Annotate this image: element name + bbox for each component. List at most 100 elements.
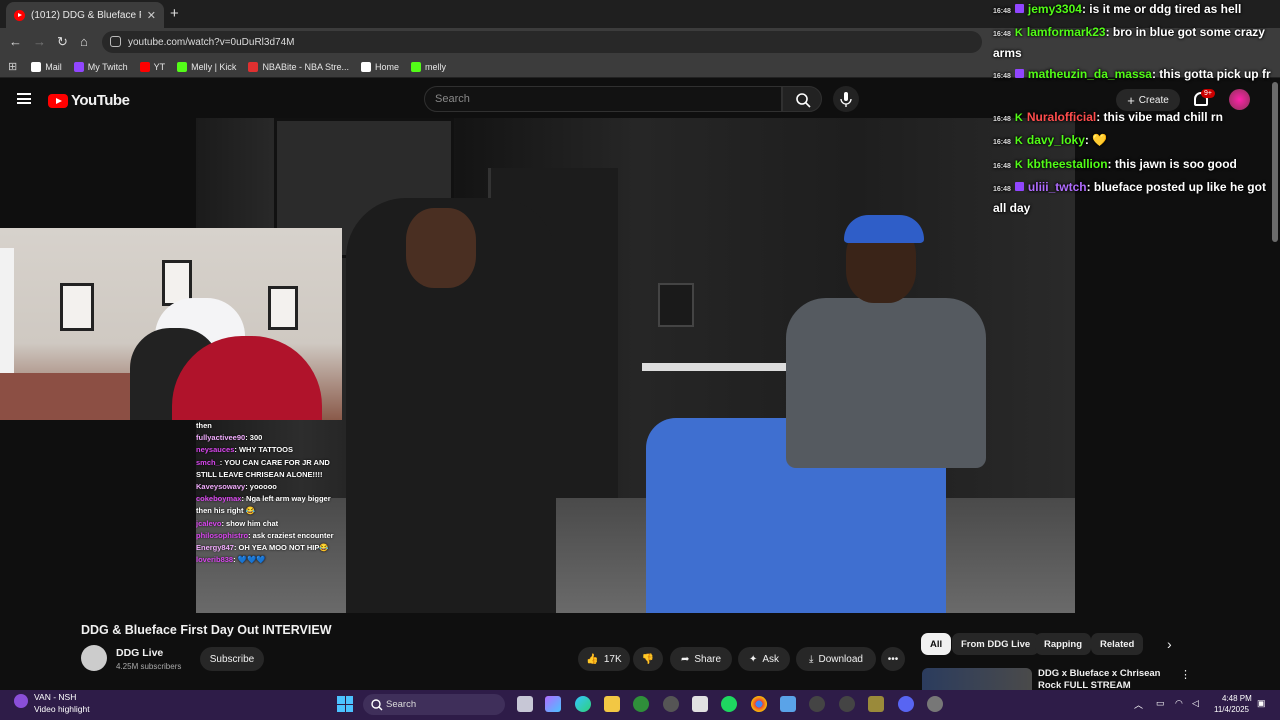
xbox-icon[interactable] <box>633 696 649 712</box>
chat-message: Energy847: OH YEA MOO NOT HIP😂 <box>196 543 329 553</box>
ask-button[interactable]: ✦ Ask <box>738 647 790 671</box>
tab-close-icon[interactable]: ✕ <box>147 9 156 22</box>
chat-message: then <box>196 421 212 430</box>
more-actions-button[interactable]: ••• <box>881 647 905 671</box>
youtube-logo-text: YouTube <box>71 92 130 109</box>
chat-message: 16:48 jemy3304: is it me or ddg tired as … <box>993 2 1242 16</box>
search-icon <box>371 699 383 711</box>
dislike-button[interactable]: 👎 <box>633 647 663 671</box>
task-view-icon[interactable] <box>517 696 533 712</box>
chip-related[interactable]: Related <box>1091 633 1144 655</box>
edge-icon[interactable] <box>575 696 591 712</box>
start-menu-icon[interactable] <box>337 696 353 712</box>
voice-search-button[interactable] <box>833 86 859 112</box>
download-icon: ⤓ <box>809 653 814 665</box>
notification-icon[interactable]: ▣ <box>1257 698 1266 709</box>
reload-icon[interactable]: ↻ <box>57 34 68 50</box>
chat-message: 16:48 K Nuralofficial: this vibe mad chill… <box>993 108 1278 129</box>
store-icon[interactable] <box>692 696 708 712</box>
search-icon <box>796 93 811 108</box>
youtube-favicon-icon <box>14 9 25 21</box>
recommended-title[interactable]: DDG x Blueface x Chrisean Rock FULL STRE… <box>1038 668 1178 690</box>
thumbs-up-icon: 👍 <box>586 653 599 665</box>
download-button[interactable]: ⤓ Download <box>796 647 876 671</box>
url-field[interactable]: youtube.com/watch?v=0uDuRl3d74M <box>102 31 982 53</box>
download-label: Download <box>818 653 863 665</box>
thumbs-down-icon: 👎 <box>641 653 655 665</box>
search-input[interactable]: Search <box>424 86 782 112</box>
webcam-wall-frame <box>268 286 298 330</box>
chat-message: philosophistro: ask craziest encounter <box>196 530 334 540</box>
apps-grid-icon[interactable]: ⊞ <box>8 60 17 73</box>
chat-message: 16:48 matheuzin_da_massa: this gotta pick… <box>993 67 1271 81</box>
twitch-chat-overlay: then fullyactivee90: 300 neysauces: WHY … <box>196 420 346 613</box>
share-button[interactable]: ➦ Share <box>670 647 732 671</box>
hamburger-menu-icon[interactable] <box>17 93 31 104</box>
bookmark-home[interactable]: Home <box>360 61 399 72</box>
chip-from-ddg-live[interactable]: From DDG Live <box>952 633 1040 655</box>
video-person-right-cap <box>844 215 924 243</box>
subscriber-count: 4.25M subscribers <box>116 662 182 671</box>
chip-all[interactable]: All <box>921 633 952 655</box>
widget-line-2[interactable]: Video highlight <box>34 704 90 714</box>
home-icon[interactable]: ⌂ <box>80 34 88 49</box>
bookmark-my-twitch[interactable]: My Twitch <box>73 61 128 72</box>
microphone-icon <box>840 92 852 107</box>
channel-avatar[interactable] <box>81 645 107 671</box>
kick-icon <box>177 61 188 72</box>
wifi-icon[interactable]: ◠ <box>1175 698 1183 709</box>
copilot-icon[interactable] <box>545 696 561 712</box>
taskbar-search[interactable]: Search <box>363 694 505 715</box>
sparkle-icon: ✦ <box>748 653 758 665</box>
video-title: DDG & Blueface First Day Out INTERVIEW <box>81 623 332 637</box>
chat-message: jcalevo: show him chat <box>196 518 279 528</box>
chip-rapping[interactable]: Rapping <box>1035 633 1091 655</box>
app-icon[interactable] <box>839 696 855 712</box>
bookmark-nbabite[interactable]: NBABite - NBA Stre... <box>248 61 349 72</box>
video-person-right <box>786 298 986 468</box>
tray-chevron-up-icon[interactable]: ︿ <box>1134 698 1143 711</box>
taskbar-time[interactable]: 4:48 PM <box>1222 694 1252 703</box>
bookmark-yt[interactable]: YT <box>139 61 165 72</box>
steam-icon[interactable] <box>663 696 679 712</box>
kick-icon <box>410 61 421 72</box>
app-icon[interactable] <box>868 696 884 712</box>
like-button[interactable]: 👍 17K <box>578 647 630 671</box>
widget-line-1[interactable]: VAN - NSH <box>34 692 76 702</box>
multichat-overlay: 16:48 jemy3304: is it me or ddg tired as … <box>993 0 1278 220</box>
bookmark-melly-kick[interactable]: Melly | Kick <box>177 61 236 72</box>
youtube-logo[interactable]: YouTube <box>48 92 130 109</box>
video-speaker <box>658 283 694 327</box>
file-explorer-icon[interactable] <box>604 696 620 712</box>
subscribe-button[interactable]: Subscribe <box>200 647 264 671</box>
spotify-icon[interactable] <box>721 696 737 712</box>
chevron-right-icon[interactable]: › <box>1167 636 1172 652</box>
bookmark-melly[interactable]: melly <box>410 61 446 72</box>
youtube-icon <box>139 61 150 72</box>
more-vert-icon[interactable]: ⋮ <box>1180 668 1191 681</box>
ask-label: Ask <box>762 653 780 665</box>
search-button[interactable] <box>782 86 822 112</box>
twitch-icon <box>1014 4 1024 13</box>
channel-name[interactable]: DDG Live <box>116 647 163 659</box>
network-icon[interactable]: ▭ <box>1156 698 1165 709</box>
recommended-thumbnail[interactable] <box>922 668 1032 690</box>
back-icon[interactable]: ← <box>9 34 22 49</box>
photos-icon[interactable] <box>780 696 796 712</box>
nbabite-icon <box>248 61 259 72</box>
settings-gear-icon[interactable] <box>927 696 943 712</box>
weather-icon[interactable] <box>14 694 28 708</box>
new-tab-button[interactable]: + <box>170 5 179 22</box>
forward-icon[interactable]: → <box>33 34 46 49</box>
taskbar-date[interactable]: 11/4/2025 <box>1214 705 1249 714</box>
chat-message: 16:48 uliii_twtch: blueface posted up lik… <box>993 180 1266 215</box>
discord-icon[interactable] <box>898 696 914 712</box>
site-info-icon[interactable] <box>110 36 121 47</box>
kick-icon: K <box>1014 135 1023 147</box>
volume-icon[interactable]: ◁ <box>1192 698 1199 709</box>
browser-tab[interactable]: (1012) DDG & Blueface First Day Out INTE… <box>6 2 164 28</box>
chat-message: Kaveysowavy: yooooo <box>196 482 277 492</box>
chrome-icon[interactable] <box>751 696 767 712</box>
media-player-icon[interactable] <box>809 696 825 712</box>
bookmark-mail[interactable]: Mail <box>31 61 62 72</box>
